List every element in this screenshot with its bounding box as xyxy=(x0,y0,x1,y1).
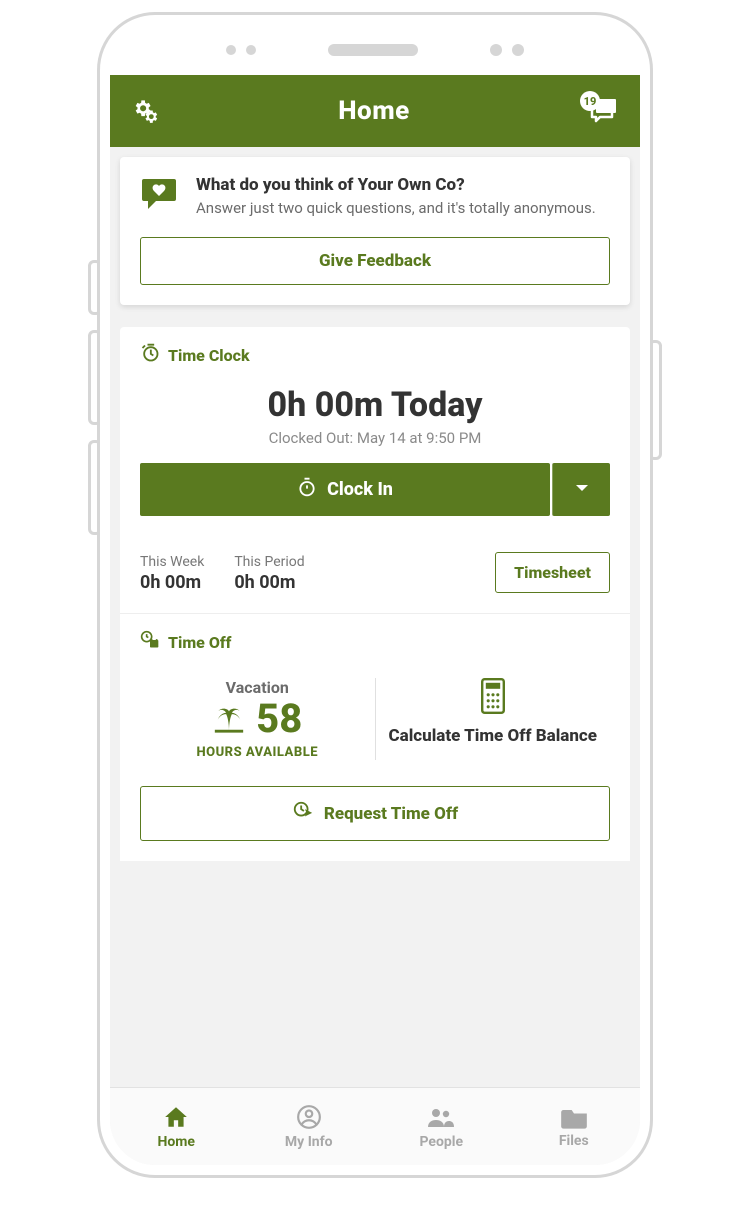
feedback-title: What do you think of Your Own Co? xyxy=(196,175,610,196)
calculate-balance-label: Calculate Time Off Balance xyxy=(380,726,607,747)
this-period-stat: This Period 0h 00m xyxy=(234,554,304,593)
nav-files[interactable]: Files xyxy=(508,1088,641,1165)
folder-icon xyxy=(560,1105,588,1129)
time-clock-title: Time Clock xyxy=(168,346,250,365)
timesheet-button[interactable]: Timesheet xyxy=(495,552,610,593)
clock-in-button[interactable]: Clock In xyxy=(140,463,550,516)
feedback-card: What do you think of Your Own Co? Answer… xyxy=(120,157,630,305)
calculator-icon xyxy=(380,678,607,718)
timesheet-label: Timesheet xyxy=(514,563,591,582)
clock-status: Clocked Out: May 14 at 9:50 PM xyxy=(140,429,610,447)
vacation-sublabel: HOURS AVAILABLE xyxy=(144,745,371,760)
clock-in-label: Clock In xyxy=(327,479,393,500)
vacation-balance[interactable]: Vacation 58 HOURS AVAILABLE xyxy=(140,672,375,766)
nav-myinfo[interactable]: My Info xyxy=(243,1088,376,1165)
today-time: 0h 00m Today xyxy=(140,385,610,425)
phone-side-button xyxy=(648,340,662,460)
settings-icon[interactable] xyxy=(130,96,160,126)
send-clock-icon xyxy=(292,800,314,827)
bottom-nav: Home My Info People Files xyxy=(110,1087,640,1165)
chat-heart-icon xyxy=(140,175,182,221)
nav-people[interactable]: People xyxy=(375,1088,508,1165)
this-period-label: This Period xyxy=(234,554,304,570)
user-circle-icon xyxy=(296,1104,322,1130)
inbox-badge: 19 xyxy=(580,91,600,111)
this-week-value: 0h 00m xyxy=(140,572,204,593)
time-clock-icon xyxy=(140,343,160,367)
request-time-off-label: Request Time Off xyxy=(324,804,458,824)
phone-notch xyxy=(110,25,640,75)
nav-home-label: Home xyxy=(158,1134,195,1150)
time-off-icon xyxy=(140,630,160,654)
app-screen: Home 19 xyxy=(110,75,640,1165)
calculate-balance-button[interactable]: Calculate Time Off Balance xyxy=(376,672,611,766)
feedback-subtitle: Answer just two quick questions, and it'… xyxy=(196,198,610,218)
time-off-title: Time Off xyxy=(168,633,231,652)
time-clock-section: Time Clock 0h 00m Today Clocked Out: May… xyxy=(120,327,630,613)
this-week-label: This Week xyxy=(140,554,204,570)
stopwatch-icon xyxy=(297,477,317,502)
home-icon xyxy=(162,1104,190,1130)
content-area: What do you think of Your Own Co? Answer… xyxy=(110,147,640,1087)
nav-people-label: People xyxy=(419,1134,463,1150)
this-week-stat: This Week 0h 00m xyxy=(140,554,204,593)
caret-down-icon xyxy=(574,480,590,500)
phone-frame: Home 19 xyxy=(100,15,650,1175)
nav-files-label: Files xyxy=(559,1133,589,1149)
vacation-hours: 58 xyxy=(256,699,302,739)
time-off-section: Time Off Vacation 58 xyxy=(120,613,630,861)
this-period-value: 0h 00m xyxy=(234,572,304,593)
give-feedback-button[interactable]: Give Feedback xyxy=(140,237,610,285)
palm-tree-icon xyxy=(212,700,246,738)
page-title: Home xyxy=(338,96,410,126)
nav-myinfo-label: My Info xyxy=(285,1134,333,1150)
people-icon xyxy=(426,1104,456,1130)
give-feedback-label: Give Feedback xyxy=(319,251,431,271)
inbox-button[interactable]: 19 xyxy=(588,97,620,125)
clock-in-dropdown-button[interactable] xyxy=(552,463,610,516)
app-header: Home 19 xyxy=(110,75,640,147)
nav-home[interactable]: Home xyxy=(110,1088,243,1165)
request-time-off-button[interactable]: Request Time Off xyxy=(140,786,610,841)
